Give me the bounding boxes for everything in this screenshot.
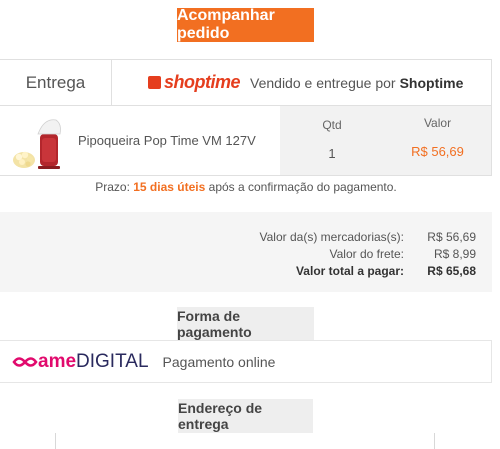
quantity-column: Qtd 1 — [280, 106, 384, 175]
quantity-label: Qtd — [322, 118, 342, 132]
payment-method-row: ameDIGITAL Pagamento online — [0, 340, 492, 383]
shoptime-logo: shoptime — [148, 72, 241, 93]
delivery-label: Entrega — [0, 60, 112, 105]
address-box-right-border — [434, 433, 435, 449]
value-label: Valor — [423, 116, 452, 130]
seller-info: shoptime Vendido e entregue por Shoptime — [112, 60, 491, 105]
ame-logo-word: ame — [38, 350, 77, 372]
ame-logo-text: ameDIGITAL — [38, 351, 149, 373]
totals-row-shipping: Valor do frete: R$ 8,99 — [0, 245, 492, 262]
ame-logo-icon — [12, 356, 38, 367]
total-amount: R$ 65,68 — [427, 263, 476, 278]
product-price: R$ 56,69 — [411, 144, 464, 159]
goods-label: Valor da(s) mercadorias(s): — [259, 229, 404, 244]
shoptime-logo-text: shoptime — [164, 72, 241, 92]
quantity-value: 1 — [328, 146, 336, 161]
address-heading: Endereço de entrega — [178, 399, 313, 433]
popcorn-maker-image — [10, 110, 74, 174]
seller-prefix: Vendido e entregue por — [250, 74, 396, 91]
shipping-amount: R$ 8,99 — [433, 246, 476, 261]
total-label: Valor total a pagar: — [295, 263, 404, 278]
payment-method-label: Pagamento online — [162, 353, 276, 370]
track-order-button[interactable]: Acompanhar pedido — [177, 7, 314, 42]
payment-heading: Forma de pagamento — [177, 307, 314, 340]
deadline-suffix: após a confirmação do pagamento. — [208, 180, 397, 194]
deadline-days: 15 dias úteis — [133, 180, 206, 194]
shipping-label: Valor do frete: — [329, 246, 404, 261]
value-column: Valor R$ 56,69 — [384, 106, 491, 175]
totals-row-total: Valor total a pagar: R$ 65,68 — [0, 262, 492, 279]
delivery-header: Entrega shoptime Vendido e entregue por … — [0, 59, 492, 106]
seller-name: Shoptime — [399, 74, 464, 91]
ame-digital-logo: ameDIGITAL — [12, 351, 149, 373]
delivery-deadline: Prazo: 15 dias úteis após a confirmação … — [0, 180, 492, 194]
goods-amount: R$ 56,69 — [427, 229, 476, 244]
product-name[interactable]: Pipoqueira Pop Time VM 127V — [74, 106, 280, 175]
digital-logo-word: DIGITAL — [76, 350, 149, 372]
deadline-prefix: Prazo: — [95, 180, 130, 194]
totals-row-goods: Valor da(s) mercadorias(s): R$ 56,69 — [0, 228, 492, 245]
shoptime-logo-mark — [148, 76, 161, 89]
order-totals: Valor da(s) mercadorias(s): R$ 56,69 Val… — [0, 212, 492, 292]
product-row: Pipoqueira Pop Time VM 127V Qtd 1 Valor … — [0, 106, 492, 176]
address-box-left-border — [55, 433, 56, 449]
